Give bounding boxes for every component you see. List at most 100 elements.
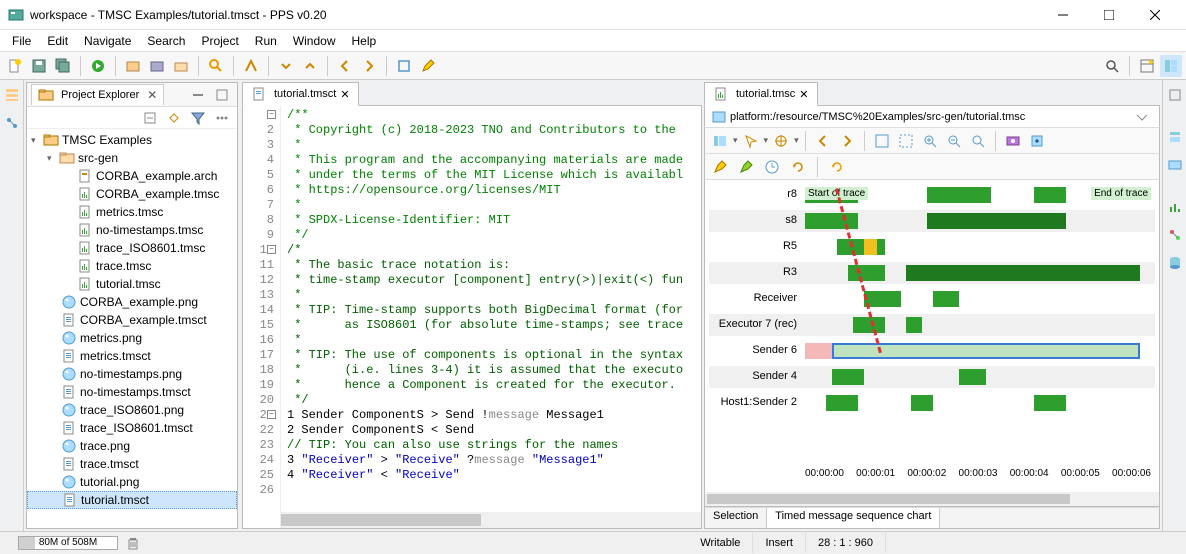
chart-bar[interactable]: [864, 239, 877, 255]
marker-icon[interactable]: [735, 156, 757, 178]
chart-bar[interactable]: [933, 291, 960, 307]
minimize-view-icon[interactable]: [187, 84, 209, 106]
tree-folder[interactable]: ▾src-gen: [27, 149, 237, 167]
window-minimize-button[interactable]: [1040, 0, 1086, 30]
project-tree[interactable]: ▾TMSC Examples▾src-genCORBA_example.arch…: [27, 129, 237, 528]
gc-icon[interactable]: [122, 532, 144, 554]
window-close-button[interactable]: [1132, 0, 1178, 30]
chart-bar[interactable]: [805, 343, 832, 359]
next-annotation-button[interactable]: [275, 55, 297, 77]
editor-tab[interactable]: tutorial.tmsct ✕: [242, 82, 359, 106]
tree-file[interactable]: trace_ISO8601.tmsct: [27, 419, 237, 437]
new-package-button[interactable]: [146, 55, 168, 77]
highlight-icon[interactable]: [709, 156, 731, 178]
trim-nav-icon[interactable]: [1, 84, 23, 106]
new-button[interactable]: [4, 55, 26, 77]
editor-code[interactable]: /** * Copyright (c) 2018-2023 TNO and Co…: [281, 106, 701, 528]
chart-bar[interactable]: [805, 213, 858, 229]
trim-link-icon[interactable]: [1164, 224, 1186, 246]
tree-file[interactable]: metrics.png: [27, 329, 237, 347]
menu-run[interactable]: Run: [247, 32, 285, 50]
save-all-button[interactable]: [52, 55, 74, 77]
toggle-mark-button[interactable]: [240, 55, 262, 77]
zoom-reset-icon[interactable]: [967, 130, 989, 152]
viewer-tab[interactable]: tutorial.tmsc ✕: [704, 82, 818, 106]
tree-file[interactable]: trace.tmsct: [27, 455, 237, 473]
filter-icon[interactable]: [187, 107, 209, 129]
chart-bar[interactable]: [927, 187, 991, 203]
chart-bar[interactable]: [826, 395, 858, 411]
quick-access-search-icon[interactable]: [1101, 55, 1123, 77]
menu-window[interactable]: Window: [285, 32, 344, 50]
link-editor-icon[interactable]: [163, 107, 185, 129]
chart-bar[interactable]: [911, 395, 932, 411]
zoom-fit-icon[interactable]: [871, 130, 893, 152]
close-view-icon[interactable]: ✕: [147, 88, 157, 102]
screenshot-icon[interactable]: [1002, 130, 1024, 152]
editor-horizontal-scrollbar[interactable]: [281, 512, 701, 528]
chart-bar[interactable]: [848, 265, 885, 281]
viewer-path-menu-icon[interactable]: [1131, 106, 1153, 128]
save-button[interactable]: [28, 55, 50, 77]
chart-h-scrollbar[interactable]: [705, 492, 1159, 506]
refresh-icon[interactable]: [787, 156, 809, 178]
tree-file[interactable]: tutorial.tmsct: [27, 491, 237, 509]
menu-file[interactable]: File: [4, 32, 39, 50]
nav-back-icon[interactable]: [812, 130, 834, 152]
new-folder-button[interactable]: [170, 55, 192, 77]
bottom-tab-chart[interactable]: Timed message sequence chart: [767, 508, 940, 528]
run-button[interactable]: [87, 55, 109, 77]
perspective-resource-button[interactable]: [1160, 55, 1182, 77]
chart-bar[interactable]: [1034, 187, 1066, 203]
tree-project[interactable]: ▾TMSC Examples: [27, 131, 237, 149]
menu-search[interactable]: Search: [139, 32, 193, 50]
zoom-out-icon[interactable]: [943, 130, 965, 152]
new-project-button[interactable]: [122, 55, 144, 77]
chart-bar[interactable]: [832, 369, 864, 385]
chart-bar[interactable]: [927, 213, 1065, 229]
trim-properties-icon[interactable]: [1164, 154, 1186, 176]
edit-button[interactable]: [417, 55, 439, 77]
gantt-chart[interactable]: r8Start of traceEnd of traces8R5R3Receiv…: [704, 180, 1160, 507]
trim-outline-icon[interactable]: [1, 112, 23, 134]
view-menu-icon[interactable]: [211, 107, 233, 129]
window-maximize-button[interactable]: [1086, 0, 1132, 30]
menu-edit[interactable]: Edit: [39, 32, 76, 50]
layout-icon[interactable]: [709, 130, 731, 152]
trim-restore-icon[interactable]: [1164, 84, 1186, 106]
bottom-tab-selection[interactable]: Selection: [705, 508, 767, 528]
forward-button[interactable]: [358, 55, 380, 77]
tree-file[interactable]: CORBA_example.tmsct: [27, 311, 237, 329]
tree-file[interactable]: CORBA_example.png: [27, 293, 237, 311]
trim-outline2-icon[interactable]: [1164, 126, 1186, 148]
zoom-sel-icon[interactable]: [895, 130, 917, 152]
tree-file[interactable]: CORBA_example.tmsc: [27, 185, 237, 203]
chart-bar[interactable]: [959, 369, 986, 385]
perspective-open-button[interactable]: [1136, 55, 1158, 77]
tree-file[interactable]: trace.tmsc: [27, 257, 237, 275]
tree-file[interactable]: tutorial.png: [27, 473, 237, 491]
trim-db-icon[interactable]: [1164, 252, 1186, 274]
zoom-in-icon[interactable]: [919, 130, 941, 152]
tree-file[interactable]: no-timestamps.tmsc: [27, 221, 237, 239]
tree-file[interactable]: tutorial.tmsc: [27, 275, 237, 293]
tree-file[interactable]: CORBA_example.arch: [27, 167, 237, 185]
chart-bar[interactable]: [853, 317, 885, 333]
tree-file[interactable]: metrics.tmsc: [27, 203, 237, 221]
maximize-view-icon[interactable]: [211, 84, 233, 106]
menu-navigate[interactable]: Navigate: [76, 32, 139, 50]
export-icon[interactable]: [1026, 130, 1048, 152]
pan-icon[interactable]: [770, 130, 792, 152]
chart-bar[interactable]: [877, 239, 885, 255]
reload-icon[interactable]: [826, 156, 848, 178]
back-button[interactable]: [334, 55, 356, 77]
tree-file[interactable]: trace_ISO8601.png: [27, 401, 237, 419]
tree-file[interactable]: trace_ISO8601.tmsc: [27, 239, 237, 257]
select-icon[interactable]: [740, 130, 762, 152]
chart-bar[interactable]: [906, 317, 922, 333]
nav-fwd-icon[interactable]: [836, 130, 858, 152]
menu-help[interactable]: Help: [344, 32, 385, 50]
tree-file[interactable]: metrics.tmsct: [27, 347, 237, 365]
text-editor[interactable]: 1−2345678910−1112131415161718192021−2223…: [242, 106, 702, 529]
menu-project[interactable]: Project: [193, 32, 246, 50]
